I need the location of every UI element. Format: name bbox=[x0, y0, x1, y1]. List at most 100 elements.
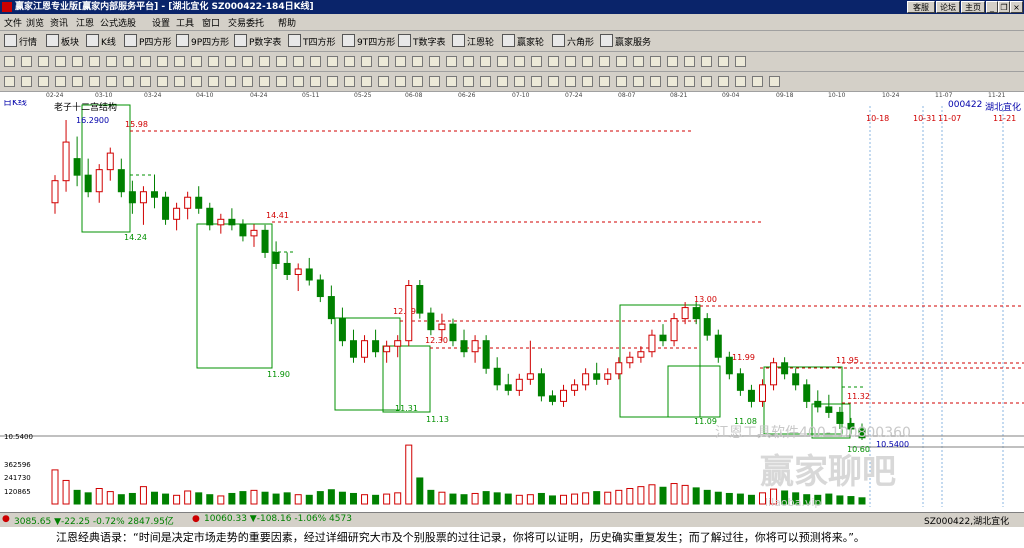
menu-trade[interactable]: 交易委托 bbox=[228, 16, 264, 29]
fibonacci-icon[interactable] bbox=[55, 76, 66, 87]
menu-help[interactable]: 帮助 bbox=[278, 16, 296, 29]
period-icon[interactable] bbox=[514, 56, 525, 67]
gann-fan-icon[interactable] bbox=[72, 76, 83, 87]
customer-service-button[interactable]: 客服 bbox=[907, 1, 935, 13]
fan-icon[interactable] bbox=[633, 56, 644, 67]
cycle-icon[interactable] bbox=[276, 56, 287, 67]
square-icon[interactable] bbox=[361, 76, 372, 87]
channel-icon[interactable] bbox=[174, 76, 185, 87]
arrow-icon[interactable] bbox=[565, 56, 576, 67]
toolbar-hexagon[interactable]: 六角形 bbox=[552, 34, 594, 48]
cursor-icon[interactable] bbox=[276, 76, 287, 87]
menu-tools[interactable]: 工具 bbox=[176, 16, 194, 29]
gann-fan-icon[interactable] bbox=[344, 76, 355, 87]
angle-icon[interactable] bbox=[650, 56, 661, 67]
angle-icon[interactable] bbox=[480, 56, 491, 67]
gann-fan-icon[interactable] bbox=[616, 76, 627, 87]
cycle-icon[interactable] bbox=[616, 56, 627, 67]
arrow-icon[interactable] bbox=[735, 56, 746, 67]
toolbar-winner-wheel[interactable]: 赢家轮 bbox=[502, 34, 544, 48]
square-icon[interactable] bbox=[497, 76, 508, 87]
circle-icon[interactable] bbox=[667, 56, 678, 67]
cycle-icon[interactable] bbox=[106, 56, 117, 67]
line-icon[interactable] bbox=[242, 56, 253, 67]
gann-fan-icon[interactable] bbox=[480, 76, 491, 87]
rect-icon[interactable] bbox=[259, 56, 270, 67]
fibonacci-icon[interactable] bbox=[327, 76, 338, 87]
fan-icon[interactable] bbox=[123, 56, 134, 67]
text-icon[interactable] bbox=[378, 76, 389, 87]
zoom-icon[interactable] bbox=[38, 56, 49, 67]
menu-settings[interactable]: 设置 bbox=[152, 16, 170, 29]
chart-icon[interactable] bbox=[361, 56, 372, 67]
toolbar-t-square[interactable]: T四方形 bbox=[288, 34, 336, 48]
line-icon[interactable] bbox=[582, 56, 593, 67]
angle-icon[interactable] bbox=[140, 56, 151, 67]
sz-index-value[interactable]: 10060.33 ▼-108.16 -1.06% 4573 bbox=[204, 514, 352, 524]
text-icon[interactable] bbox=[106, 76, 117, 87]
chart-icon[interactable] bbox=[191, 56, 202, 67]
delete-icon[interactable] bbox=[531, 76, 542, 87]
circle-icon[interactable] bbox=[327, 56, 338, 67]
arrow-icon[interactable] bbox=[225, 56, 236, 67]
gann-fan-icon[interactable] bbox=[752, 76, 763, 87]
fibonacci-icon[interactable] bbox=[735, 76, 746, 87]
fibonacci-icon[interactable] bbox=[599, 76, 610, 87]
period-icon[interactable] bbox=[4, 56, 15, 67]
zoom-icon[interactable] bbox=[548, 56, 559, 67]
toolbar-p-table[interactable]: P数字表 bbox=[234, 34, 281, 48]
menu-file[interactable]: 文件 bbox=[4, 16, 22, 29]
delete-icon[interactable] bbox=[259, 76, 270, 87]
zoom-icon[interactable] bbox=[208, 56, 219, 67]
toolbar-quotes[interactable]: 行情 bbox=[4, 34, 37, 48]
zoom-icon[interactable] bbox=[378, 56, 389, 67]
chart-icon[interactable] bbox=[21, 56, 32, 67]
menu-info[interactable]: 资讯 bbox=[50, 16, 68, 29]
line-icon[interactable] bbox=[412, 56, 423, 67]
delete-icon[interactable] bbox=[123, 76, 134, 87]
toolbar-t-table[interactable]: T数字表 bbox=[398, 34, 446, 48]
toolbar-winner-service[interactable]: 赢家服务 bbox=[600, 34, 651, 48]
trend-icon[interactable] bbox=[701, 76, 712, 87]
cursor-icon[interactable] bbox=[4, 76, 15, 87]
text-icon[interactable] bbox=[242, 76, 253, 87]
toolbar-sectors[interactable]: 板块 bbox=[46, 34, 79, 48]
restore-icon[interactable]: ❐ bbox=[998, 1, 1010, 13]
chart-icon[interactable] bbox=[701, 56, 712, 67]
channel-icon[interactable] bbox=[446, 76, 457, 87]
rect-icon[interactable] bbox=[89, 56, 100, 67]
period-icon[interactable] bbox=[684, 56, 695, 67]
circle-icon[interactable] bbox=[157, 56, 168, 67]
delete-icon[interactable] bbox=[667, 76, 678, 87]
circle-icon[interactable] bbox=[497, 56, 508, 67]
rect-icon[interactable] bbox=[599, 56, 610, 67]
period-icon[interactable] bbox=[344, 56, 355, 67]
period-icon[interactable] bbox=[174, 56, 185, 67]
line-icon[interactable] bbox=[72, 56, 83, 67]
forum-button[interactable]: 论坛 bbox=[936, 1, 960, 13]
homepage-button[interactable]: 主页 bbox=[961, 1, 985, 13]
trend-icon[interactable] bbox=[429, 76, 440, 87]
fibonacci-icon[interactable] bbox=[191, 76, 202, 87]
channel-icon[interactable] bbox=[310, 76, 321, 87]
cursor-icon[interactable] bbox=[684, 76, 695, 87]
cursor-icon[interactable] bbox=[412, 76, 423, 87]
toolbar-9t-square[interactable]: 9T四方形 bbox=[342, 34, 395, 48]
menu-formula[interactable]: 公式选股 bbox=[100, 16, 136, 29]
toolbar-gann-wheel[interactable]: 江恩轮 bbox=[452, 34, 494, 48]
cursor-icon[interactable] bbox=[548, 76, 559, 87]
arrow-icon[interactable] bbox=[55, 56, 66, 67]
toolbar-9p-square[interactable]: 9P四方形 bbox=[176, 34, 229, 48]
trend-icon[interactable] bbox=[157, 76, 168, 87]
cycle-icon[interactable] bbox=[446, 56, 457, 67]
trend-icon[interactable] bbox=[21, 76, 32, 87]
menu-gann[interactable]: 江恩 bbox=[76, 16, 94, 29]
sh-index-value[interactable]: 3085.65 ▼-22.25 -0.72% 2847.95亿 bbox=[14, 514, 174, 527]
menu-browse[interactable]: 浏览 bbox=[26, 16, 44, 29]
cursor-icon[interactable] bbox=[140, 76, 151, 87]
chart-area[interactable]: 10-18 10-31 11-07 11-21 16.2900 15.98 14.41 14.… bbox=[0, 92, 1024, 512]
fibonacci-icon[interactable] bbox=[463, 76, 474, 87]
channel-icon[interactable] bbox=[718, 76, 729, 87]
toolbar-p-square[interactable]: P四方形 bbox=[124, 34, 171, 48]
toolbar-kline[interactable]: K线 bbox=[86, 34, 116, 48]
